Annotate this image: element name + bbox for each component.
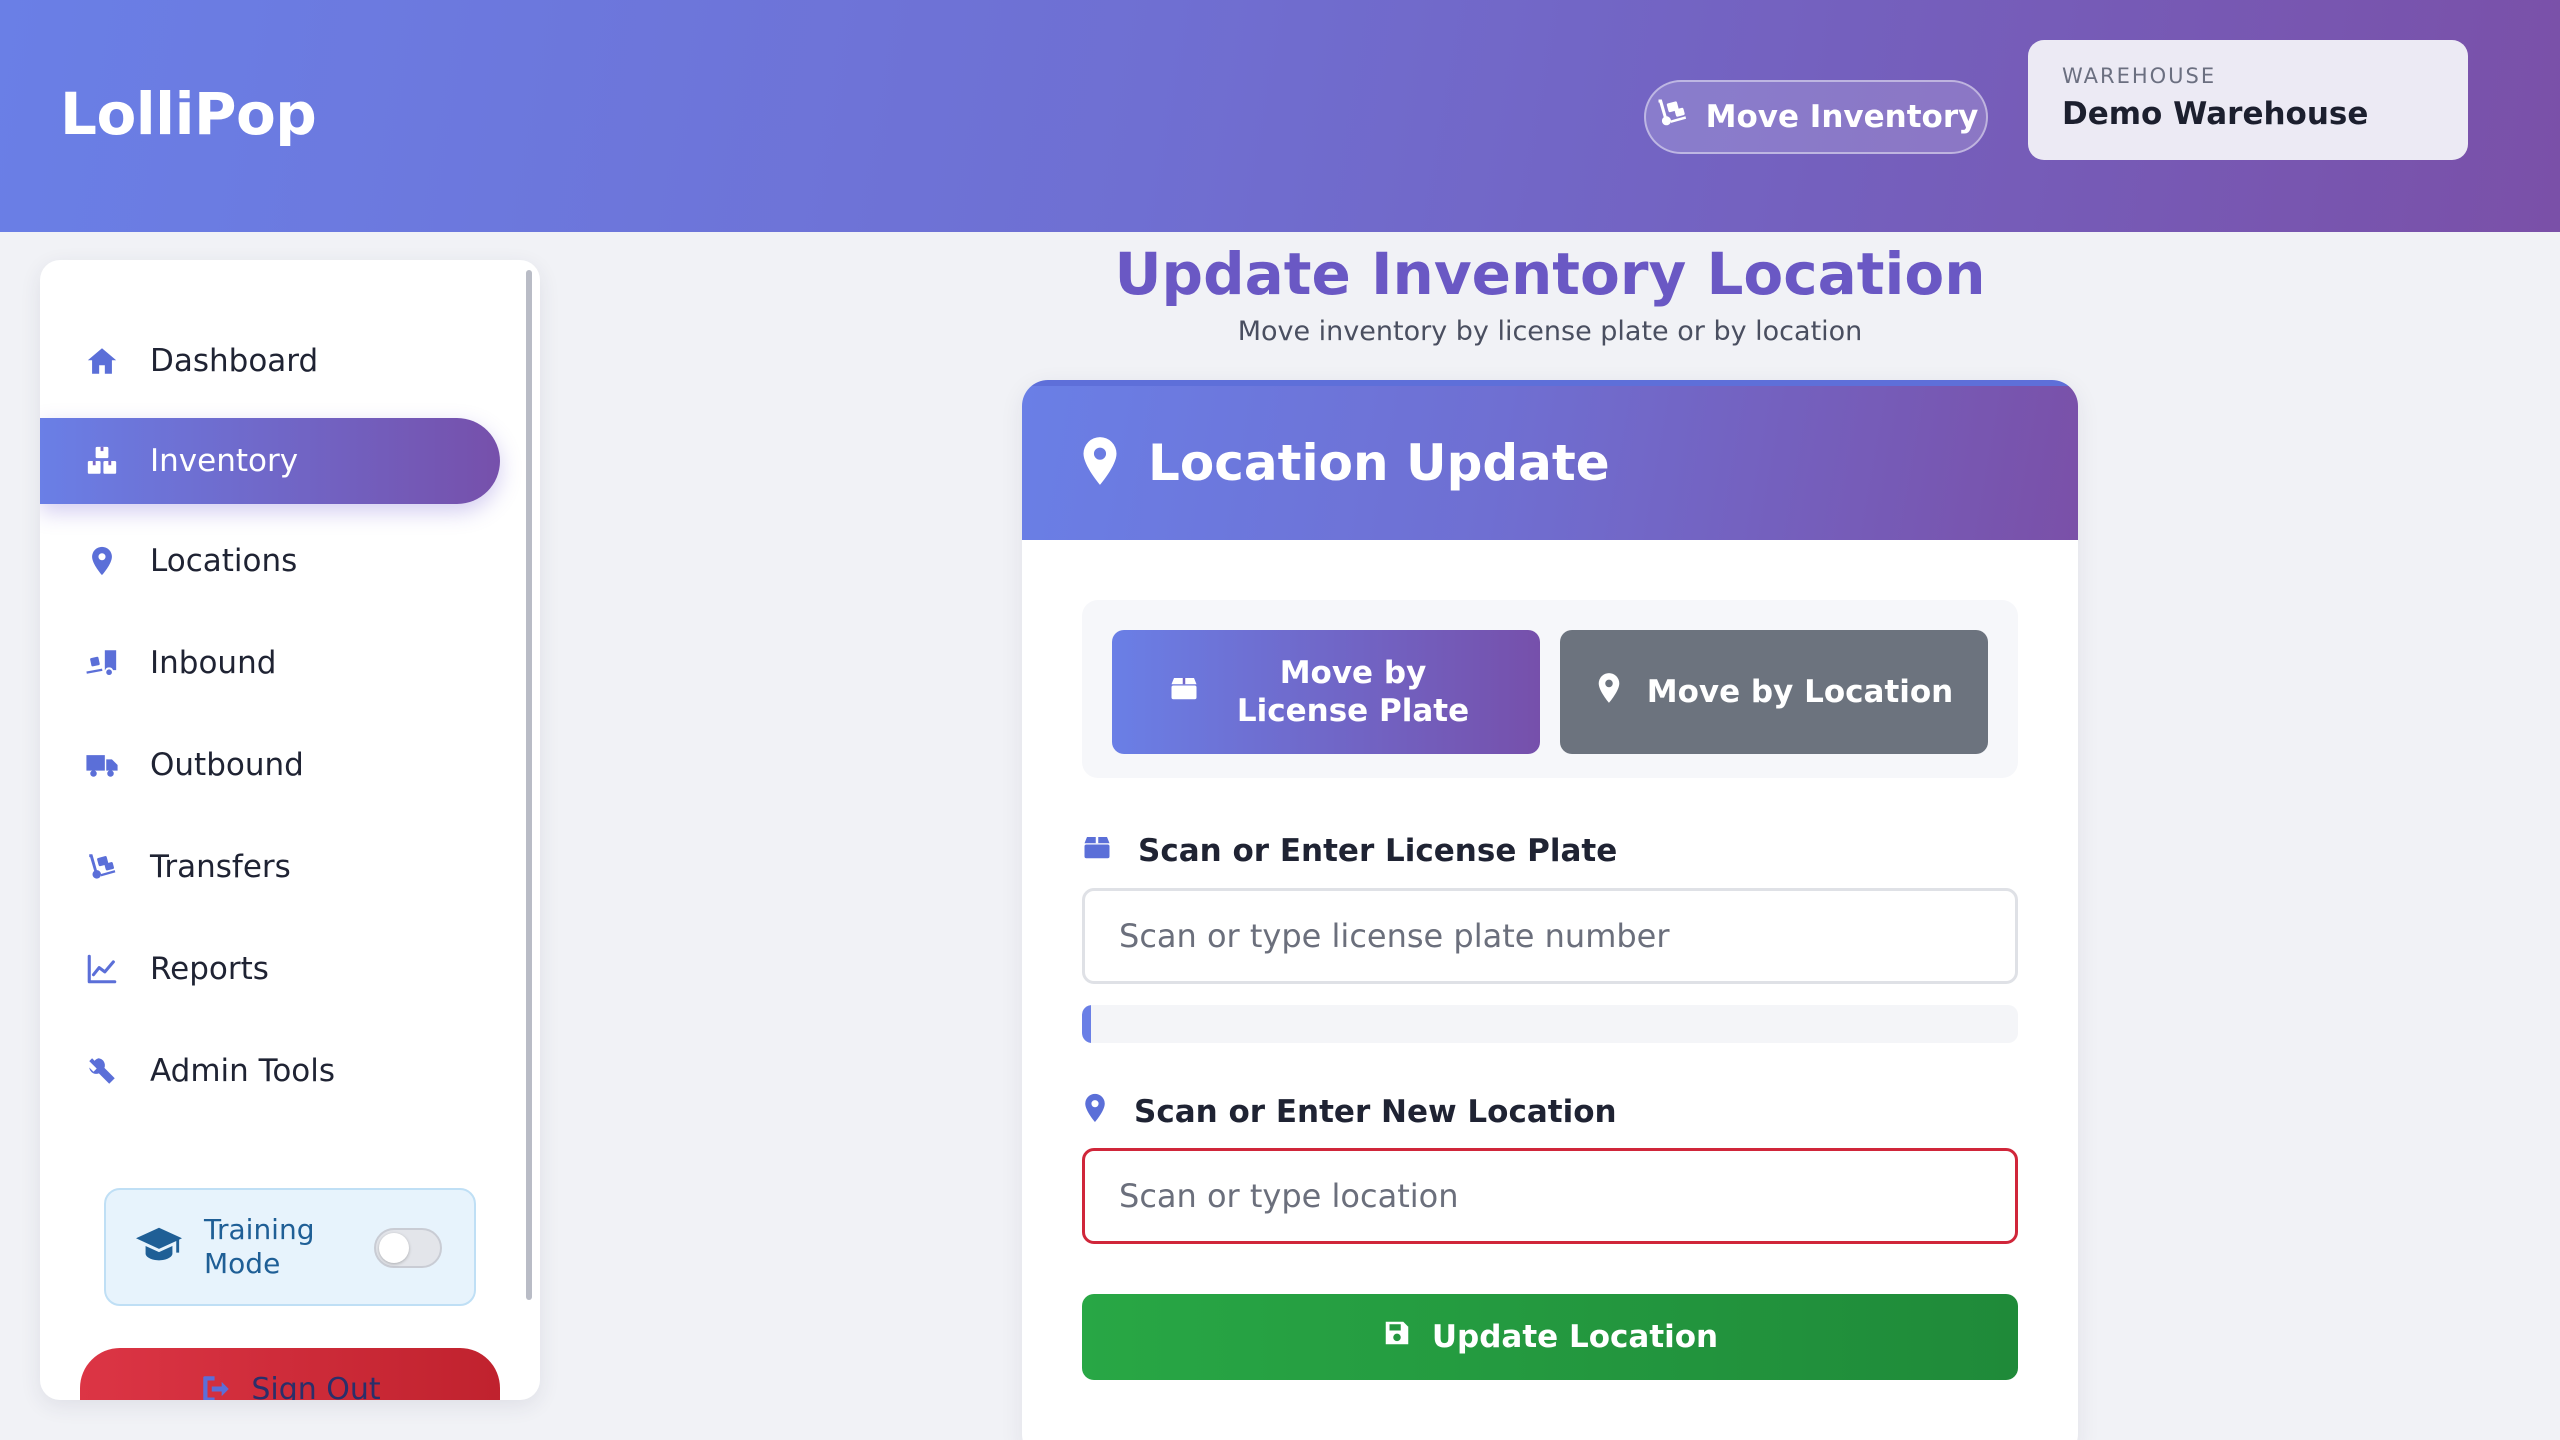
move-by-location-button[interactable]: Move by Location bbox=[1560, 630, 1988, 754]
move-by-license-plate-button[interactable]: Move by License Plate bbox=[1112, 630, 1540, 754]
sidebar-item-label: Transfers bbox=[150, 849, 291, 885]
card-header: Location Update bbox=[1022, 380, 2078, 540]
sidebar-item-label: Outbound bbox=[150, 747, 304, 783]
move-inventory-label: Move Inventory bbox=[1705, 99, 1979, 135]
sidebar-item-label: Inventory bbox=[150, 443, 299, 479]
map-pin-icon bbox=[1078, 435, 1122, 491]
training-mode-label: Training Mode bbox=[204, 1213, 315, 1280]
sidebar-scrollbar[interactable] bbox=[526, 270, 532, 1300]
map-pin-icon bbox=[84, 543, 120, 579]
new-location-field-label: Scan or Enter New Location bbox=[1082, 1092, 1617, 1132]
box-icon bbox=[1082, 832, 1112, 870]
move-by-location-label: Move by Location bbox=[1646, 674, 1954, 710]
home-icon bbox=[84, 343, 120, 379]
move-by-license-plate-label: Move by License Plate bbox=[1236, 655, 1470, 729]
sign-out-icon bbox=[199, 1372, 233, 1400]
training-mode-panel: Training Mode bbox=[104, 1188, 476, 1306]
location-update-card: Location Update Move by License Plate Mo… bbox=[1022, 380, 2078, 1440]
save-icon bbox=[1382, 1318, 1412, 1356]
truck-loading-icon bbox=[84, 645, 120, 681]
tools-icon bbox=[84, 1053, 120, 1089]
graduation-cap-icon bbox=[136, 1225, 182, 1269]
license-plate-input[interactable] bbox=[1082, 888, 2018, 984]
sidebar-item-label: Inbound bbox=[150, 645, 277, 681]
dolly-icon bbox=[84, 849, 120, 885]
sidebar-item-locations[interactable]: Locations bbox=[40, 518, 500, 604]
brand-logo[interactable]: LolliPop bbox=[60, 80, 317, 148]
app-header: LolliPop Move Inventory WAREHOUSE Demo W… bbox=[0, 0, 2560, 232]
truck-icon bbox=[84, 747, 120, 783]
update-location-button[interactable]: Update Location bbox=[1082, 1294, 2018, 1380]
sidebar-item-dashboard[interactable]: Dashboard bbox=[40, 318, 500, 404]
warehouse-label: WAREHOUSE bbox=[2062, 64, 2217, 88]
sidebar-item-inbound[interactable]: Inbound bbox=[40, 620, 500, 706]
warehouse-name: Demo Warehouse bbox=[2062, 96, 2369, 132]
update-location-label: Update Location bbox=[1431, 1319, 1719, 1355]
box-icon bbox=[1169, 673, 1199, 712]
sidebar-item-label: Locations bbox=[150, 543, 298, 579]
sidebar-item-label: Reports bbox=[150, 951, 269, 987]
map-pin-icon bbox=[1595, 672, 1623, 713]
sidebar-item-label: Admin Tools bbox=[150, 1053, 336, 1089]
new-location-input[interactable] bbox=[1082, 1148, 2018, 1244]
sidebar-item-transfers[interactable]: Transfers bbox=[40, 824, 500, 910]
toggle-knob bbox=[379, 1233, 409, 1263]
license-plate-progress-bar bbox=[1082, 1005, 2018, 1043]
sidebar-item-inventory[interactable]: Inventory bbox=[40, 418, 500, 504]
page-subtitle: Move inventory by license plate or by lo… bbox=[1237, 316, 1863, 347]
dolly-icon bbox=[1654, 95, 1690, 139]
chart-line-icon bbox=[84, 951, 120, 987]
license-plate-label-text: Scan or Enter License Plate bbox=[1138, 833, 1618, 869]
sign-out-label: Sign Out bbox=[251, 1372, 381, 1400]
page-title: Update Inventory Location bbox=[1114, 240, 1986, 308]
training-mode-toggle[interactable] bbox=[374, 1228, 442, 1268]
sidebar: Dashboard Inventory Locations Inbound Ou… bbox=[40, 260, 540, 1400]
new-location-label-text: Scan or Enter New Location bbox=[1134, 1094, 1617, 1130]
warehouse-selector[interactable]: WAREHOUSE Demo Warehouse bbox=[2028, 40, 2468, 160]
card-title: Location Update bbox=[1148, 434, 1610, 492]
move-inventory-button[interactable]: Move Inventory bbox=[1644, 80, 1988, 154]
move-mode-selector: Move by License Plate Move by Location bbox=[1082, 600, 2018, 778]
map-pin-icon bbox=[1082, 1092, 1108, 1132]
sidebar-item-admin-tools[interactable]: Admin Tools bbox=[40, 1028, 500, 1114]
sidebar-item-label: Dashboard bbox=[150, 343, 319, 379]
license-plate-field-label: Scan or Enter License Plate bbox=[1082, 832, 1617, 870]
boxes-icon bbox=[84, 443, 120, 479]
progress-fill bbox=[1082, 1005, 1092, 1043]
sidebar-item-reports[interactable]: Reports bbox=[40, 926, 500, 1012]
sign-out-button[interactable]: Sign Out bbox=[80, 1348, 500, 1400]
sidebar-item-outbound[interactable]: Outbound bbox=[40, 722, 500, 808]
